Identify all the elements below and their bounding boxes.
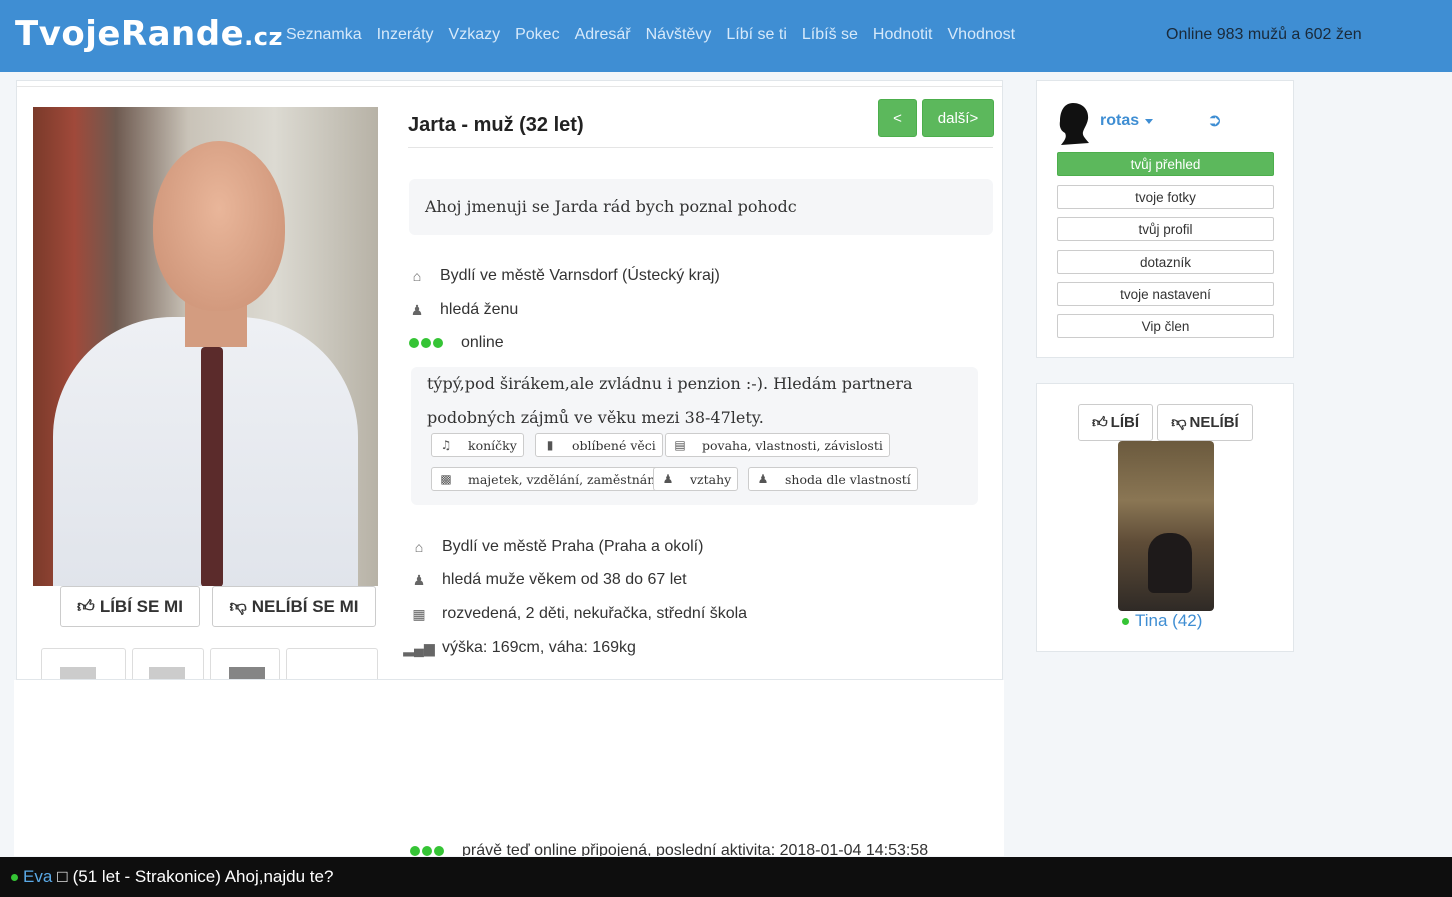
- online-dot-icon: [11, 873, 18, 881]
- tag-konicky[interactable]: ♫ koníčky: [431, 433, 524, 457]
- online-count: Online 983 mužů a 602 žen: [1166, 26, 1362, 43]
- suggestion-dislike-button[interactable]: 👎︎ NELÍBÍ: [1157, 404, 1253, 441]
- main-nav: Seznamka Inzeráty Vzkazy Pokec Adresář N…: [286, 26, 1015, 44]
- users-icon: ♟: [410, 301, 424, 318]
- thumbnail[interactable]: [210, 648, 280, 679]
- chat-sender-name[interactable]: Eva: [23, 867, 52, 887]
- tag-shoda[interactable]: ♟ shoda dle vlastností: [748, 467, 918, 491]
- bookmark-icon: ▮: [546, 438, 554, 452]
- photo-thumbnails: [41, 648, 378, 679]
- thumbnail[interactable]: [41, 648, 126, 679]
- thumbs-down-icon: 👎︎: [1171, 413, 1187, 431]
- suggestion-like-button[interactable]: 👍︎ LÍBÍ: [1078, 404, 1153, 441]
- logo-text: TvojeRande: [15, 14, 245, 54]
- nav-libi-se-ti[interactable]: Líbí se ti: [726, 26, 786, 44]
- info-status: online: [409, 334, 504, 352]
- home-icon: ⌂: [414, 539, 424, 555]
- users-icon: ♟: [412, 571, 426, 588]
- home-icon: ⌂: [412, 268, 422, 284]
- tag-vztahy[interactable]: ♟ vztahy: [653, 467, 739, 491]
- content-overlay: právě teď online připojená, poslední akt…: [14, 680, 1004, 856]
- info-seeking: ♟ hledá ženu: [410, 301, 519, 318]
- nav-navstevy[interactable]: Návštěvy: [646, 26, 712, 44]
- music-icon: ♫: [440, 438, 452, 452]
- nav-seznamka[interactable]: Seznamka: [286, 26, 362, 44]
- chevron-down-icon: [1145, 118, 1154, 124]
- nav-libis-se[interactable]: Líbíš se: [802, 26, 858, 44]
- tag-majetek[interactable]: ▩ majetek, vzdělání, zaměstnání: [431, 467, 667, 491]
- avatar-silhouette-icon[interactable]: [1057, 101, 1091, 145]
- menu-overview[interactable]: tvůj přehled: [1057, 152, 1274, 176]
- info-body: ▂▄▆ výška: 169cm, váha: 169kg: [403, 639, 636, 656]
- like-label: LÍBÍ SE MI: [99, 596, 183, 616]
- suggestion-panel: 👍︎ LÍBÍ 👎︎ NELÍBÍ Tina (42): [1036, 383, 1294, 652]
- info-seeking-2: ♟ hledá muže věkem od 38 do 67 let: [412, 571, 687, 588]
- about-text: týpý,pod širákem,ale zvládnu i penzion :…: [427, 374, 913, 427]
- online-dots-icon: [409, 338, 443, 348]
- users-icon: ♟: [662, 472, 674, 486]
- online-dot-icon: [1122, 617, 1129, 625]
- panel-divider: [17, 86, 1002, 87]
- nav-hodnotit[interactable]: Hodnotit: [873, 26, 933, 44]
- profile-title: Jarta - muž (32 let): [408, 114, 584, 136]
- thumbnail[interactable]: [132, 648, 204, 679]
- profile-photo[interactable]: [33, 107, 378, 586]
- menu-questionnaire[interactable]: dotazník: [1057, 250, 1274, 274]
- nav-vzkazy[interactable]: Vzkazy: [449, 26, 501, 44]
- title-divider: [408, 147, 993, 148]
- thumbs-down-icon: 👎︎: [229, 597, 247, 616]
- info-city-2: ⌂ Bydlí ve městě Praha (Praha a okolí): [411, 538, 704, 556]
- users-icon: ♟: [757, 472, 769, 486]
- next-profile-button[interactable]: další>: [922, 99, 994, 137]
- chat-notification-bar[interactable]: Eva □ (51 let - Strakonice) Ahoj,najdu te…: [0, 857, 1452, 897]
- dislike-button[interactable]: 👎︎ NELÍBÍ SE MI: [212, 586, 376, 627]
- tag-oblibene-veci[interactable]: ▮ oblíbené věci: [535, 433, 663, 457]
- menu-profile[interactable]: tvůj profil: [1057, 217, 1274, 241]
- username-dropdown[interactable]: rotas: [1100, 112, 1154, 130]
- suggestion-name-link[interactable]: Tina (42): [1122, 611, 1202, 631]
- nav-pokec[interactable]: Pokec: [515, 26, 559, 44]
- username: rotas: [1100, 112, 1140, 129]
- like-button[interactable]: 👍︎ LÍBÍ SE MI: [60, 586, 200, 627]
- about-box: týpý,pod širákem,ale zvládnu i penzion :…: [411, 367, 978, 505]
- calendar-icon: ▦: [412, 605, 426, 622]
- info-activity: právě teď online připojená, poslední akt…: [410, 842, 928, 856]
- thumbs-up-icon: 👍︎: [77, 597, 95, 616]
- info-details: ▦ rozvedená, 2 děti, nekuřačka, střední š…: [412, 605, 748, 622]
- menu-photos[interactable]: tvoje fotky: [1057, 185, 1274, 209]
- thumbnail[interactable]: [286, 648, 378, 679]
- nav-inzeraty[interactable]: Inzeráty: [377, 26, 434, 44]
- id-card-icon: ▤: [674, 438, 686, 452]
- tag-povaha[interactable]: ▤ povaha, vlastnosti, závislosti: [665, 433, 890, 457]
- top-bar: TvojeRande.cz Seznamka Inzeráty Vzkazy P…: [0, 0, 1452, 72]
- menu-settings[interactable]: tvoje nastavení: [1057, 282, 1274, 306]
- prev-profile-button[interactable]: <: [878, 99, 917, 137]
- menu-vip[interactable]: Vip člen: [1057, 314, 1274, 338]
- dislike-label: NELÍBÍ SE MI: [251, 596, 359, 616]
- online-dots-icon: [410, 846, 444, 856]
- chat-glyph: □: [57, 867, 68, 886]
- briefcase-icon: ▩: [440, 472, 452, 486]
- logout-icon[interactable]: ➲: [1207, 110, 1222, 131]
- intro-text: Ahoj jmenuji se Jarda rád bych poznal po…: [409, 179, 993, 235]
- nav-adresar[interactable]: Adresář: [575, 26, 631, 44]
- nav-vhodnost[interactable]: Vhodnost: [948, 26, 1016, 44]
- user-panel: rotas ➲ tvůj přehled tvoje fotky tvůj pr…: [1036, 80, 1294, 358]
- profile-panel: 👍︎ LÍBÍ SE MI 👎︎ NELÍBÍ SE MI Jarta - muž …: [16, 80, 1003, 680]
- chat-message: (51 let - Strakonice) Ahoj,najdu te?: [72, 867, 334, 886]
- signal-icon: ▂▄▆: [403, 639, 435, 656]
- info-city: ⌂ Bydlí ve městě Varnsdorf (Ústecký kraj): [409, 267, 720, 285]
- site-logo[interactable]: TvojeRande.cz: [15, 14, 283, 54]
- suggestion-photo[interactable]: [1118, 441, 1214, 611]
- logo-tld: .cz: [244, 23, 283, 51]
- thumbs-up-icon: 👍︎: [1091, 413, 1108, 431]
